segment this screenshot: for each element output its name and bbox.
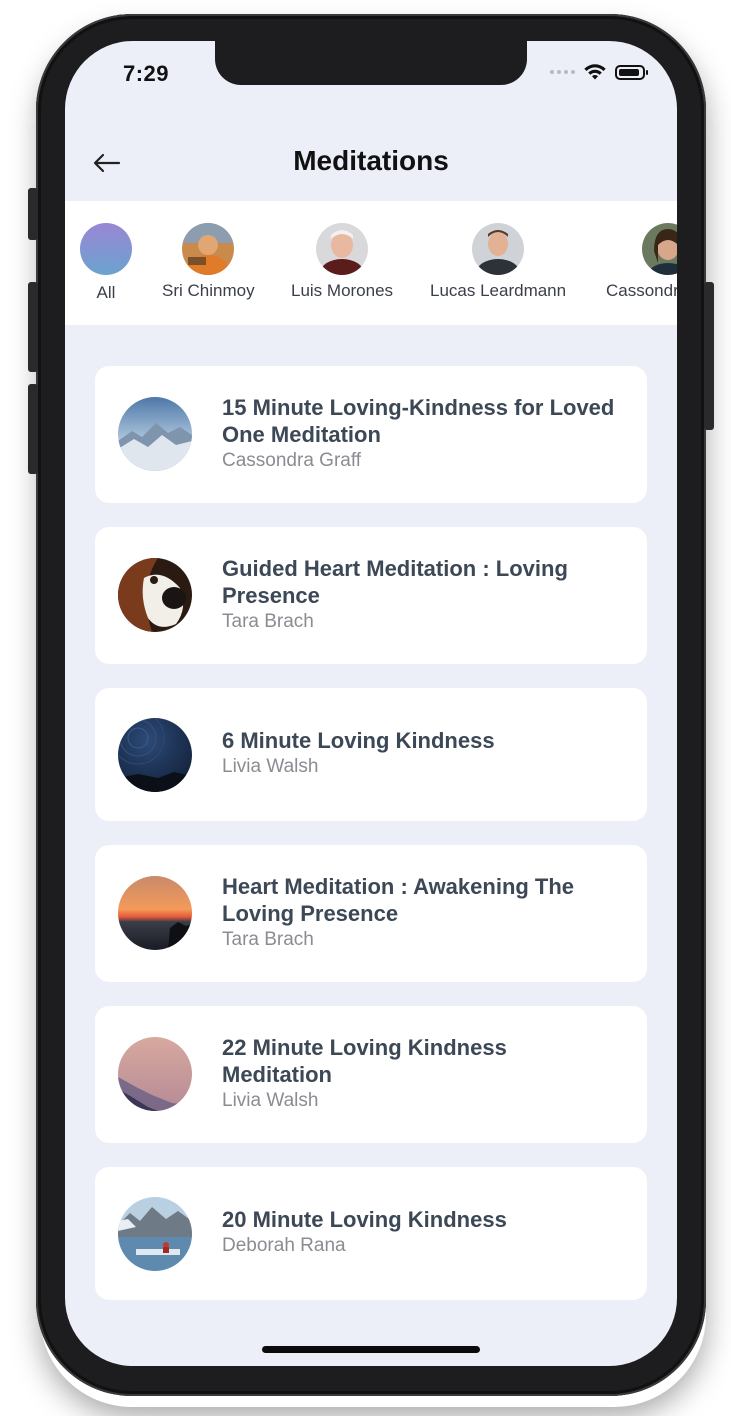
home-indicator[interactable]	[262, 1346, 480, 1353]
author-filter-lucas-leardmann[interactable]: Lucas Leardmann	[430, 223, 566, 301]
volume-up-button	[28, 282, 38, 372]
meditation-thumbnail	[118, 876, 192, 950]
avatar	[642, 223, 677, 275]
meditation-title: 20 Minute Loving Kindness	[222, 1207, 507, 1232]
meditation-thumbnail	[118, 558, 192, 632]
author-filter-label: All	[96, 283, 116, 302]
author-filter-label: Sri Chinmoy	[162, 281, 255, 300]
meditation-title: Guided Heart Meditation : Loving Presenc…	[222, 556, 568, 608]
avatar	[472, 223, 525, 275]
meditation-card[interactable]: 15 Minute Loving-Kindness for Loved One …	[95, 366, 647, 503]
all-gradient-avatar	[80, 223, 132, 275]
meditation-author: Livia Walsh	[222, 1090, 319, 1111]
meditation-thumbnail	[118, 1197, 192, 1271]
meditation-author: Livia Walsh	[222, 756, 319, 777]
meditation-thumbnail	[118, 397, 192, 471]
author-filter-label: Luis Morones	[291, 281, 394, 300]
meditation-author: Cassondra Graff	[222, 450, 362, 471]
avatar	[182, 223, 235, 275]
silent-switch	[28, 188, 38, 240]
author-filter-sri-chinmoy[interactable]: Sri Chinmoy	[162, 223, 255, 301]
battery-icon	[615, 64, 648, 80]
page-title: Meditations	[293, 145, 449, 176]
meditation-card[interactable]: 22 Minute Loving Kindness Meditation Liv…	[95, 1006, 647, 1143]
author-filter-label: Cassondra Graff	[606, 281, 677, 300]
meditation-thumbnail	[118, 1037, 192, 1111]
volume-down-button	[28, 384, 38, 474]
meditation-card[interactable]: 20 Minute Loving Kindness Deborah Rana	[95, 1167, 647, 1300]
navigation-bar: Meditations	[65, 125, 677, 201]
wifi-icon	[584, 64, 606, 80]
device-canvas: 7:29 Meditations All Sri Chinmoy Luis Mo…	[0, 0, 731, 1416]
meditation-thumbnail	[118, 718, 192, 792]
status-icons	[550, 63, 648, 81]
author-filter-label: Lucas Leardmann	[430, 281, 567, 300]
author-filter-strip[interactable]: All Sri Chinmoy Luis Morones Lucas Leard…	[65, 201, 677, 325]
avatar	[316, 223, 369, 275]
meditation-title: 22 Minute Loving Kindness Meditation	[222, 1035, 507, 1087]
author-filter-all[interactable]: All	[80, 223, 132, 303]
meditation-author: Tara Brach	[222, 611, 314, 632]
cellular-signal-icon	[550, 70, 575, 74]
meditation-author: Tara Brach	[222, 929, 314, 950]
meditation-title: 6 Minute Loving Kindness	[222, 728, 495, 753]
screen: 7:29 Meditations All Sri Chinmoy Luis Mo…	[65, 41, 677, 1366]
meditation-title: Heart Meditation : Awakening The Loving …	[222, 874, 575, 926]
meditation-author: Deborah Rana	[222, 1235, 346, 1256]
meditation-card[interactable]: 6 Minute Loving Kindness Livia Walsh	[95, 688, 647, 821]
author-filter-luis-morones[interactable]: Luis Morones	[291, 223, 393, 301]
author-filter-cassondra-graff[interactable]: Cassondra Graff	[606, 223, 677, 301]
meditation-card[interactable]: Heart Meditation : Awakening The Loving …	[95, 845, 647, 982]
status-time: 7:29	[123, 61, 170, 86]
notch	[215, 41, 527, 85]
meditation-title: 15 Minute Loving-Kindness for Loved One …	[222, 395, 615, 447]
power-button	[704, 282, 714, 430]
meditation-card[interactable]: Guided Heart Meditation : Loving Presenc…	[95, 527, 647, 664]
